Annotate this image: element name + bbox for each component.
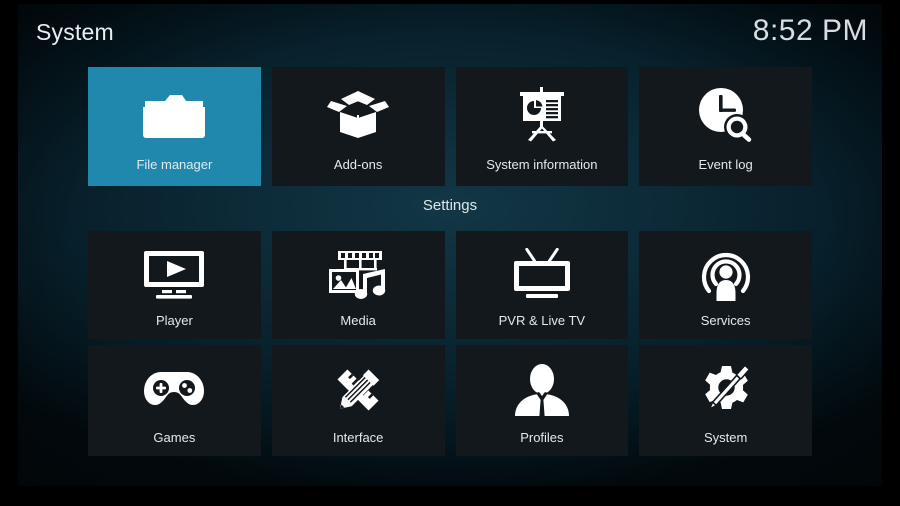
tile-label: Media xyxy=(340,313,376,328)
header-bar: System 8:52 PM xyxy=(18,4,882,66)
gamepad-icon xyxy=(88,345,261,431)
presentation-board-icon xyxy=(456,67,629,158)
letterbox-top xyxy=(0,0,900,4)
tile-services[interactable]: Services xyxy=(639,231,812,339)
tile-label: Event log xyxy=(698,157,753,172)
settings-row-two: Games Interface Profiles System xyxy=(88,345,812,456)
clock: 8:52 PM xyxy=(752,14,868,47)
page-title: System xyxy=(36,19,114,45)
clock-search-icon xyxy=(639,67,812,158)
settings-row-one: Player Media PVR & Live TV Services xyxy=(88,231,812,339)
tile-file-manager[interactable]: File manager xyxy=(88,67,261,186)
tile-label: File manager xyxy=(136,157,213,172)
film-photo-music-icon xyxy=(272,231,445,314)
tile-profiles[interactable]: Profiles xyxy=(455,345,629,456)
tile-games[interactable]: Games xyxy=(88,345,261,456)
tile-pvr-live-tv[interactable]: PVR & Live TV xyxy=(455,231,629,339)
tile-media[interactable]: Media xyxy=(271,231,445,339)
tile-system-information[interactable]: System information xyxy=(455,67,629,186)
letterbox-bottom xyxy=(0,486,900,506)
tile-label: System information xyxy=(486,157,598,172)
tile-label: Games xyxy=(153,430,196,445)
open-box-icon xyxy=(272,67,445,158)
top-menu-row: File manager Add-ons System information … xyxy=(88,67,812,186)
tile-player[interactable]: Player xyxy=(88,231,261,339)
tile-label: System xyxy=(703,430,748,445)
tile-label: Add-ons xyxy=(333,157,383,172)
tile-interface[interactable]: Interface xyxy=(271,345,445,456)
letterbox-right xyxy=(882,0,900,506)
tile-label: Player xyxy=(155,313,193,328)
tile-label: Interface xyxy=(332,430,384,445)
tv-antenna-icon xyxy=(456,231,629,314)
gear-screwdriver-icon xyxy=(639,345,812,431)
tile-label: Services xyxy=(700,313,751,328)
person-bust-icon xyxy=(456,345,629,431)
tile-system[interactable]: System xyxy=(639,345,812,456)
letterbox-left xyxy=(0,0,18,506)
kodi-system-screen: System 8:52 PM File manager Add-ons Syst… xyxy=(0,0,900,506)
kodi-stage: System 8:52 PM File manager Add-ons Syst… xyxy=(18,4,882,486)
pencil-ruler-icon xyxy=(272,345,445,431)
broadcast-person-icon xyxy=(639,231,812,314)
folder-open-icon xyxy=(88,67,261,158)
monitor-play-icon xyxy=(88,231,261,314)
tile-event-log[interactable]: Event log xyxy=(639,67,812,186)
tile-label: PVR & Live TV xyxy=(498,313,586,328)
settings-section-label: Settings xyxy=(422,197,478,214)
tile-add-ons[interactable]: Add-ons xyxy=(271,67,445,186)
tile-label: Profiles xyxy=(520,430,564,445)
